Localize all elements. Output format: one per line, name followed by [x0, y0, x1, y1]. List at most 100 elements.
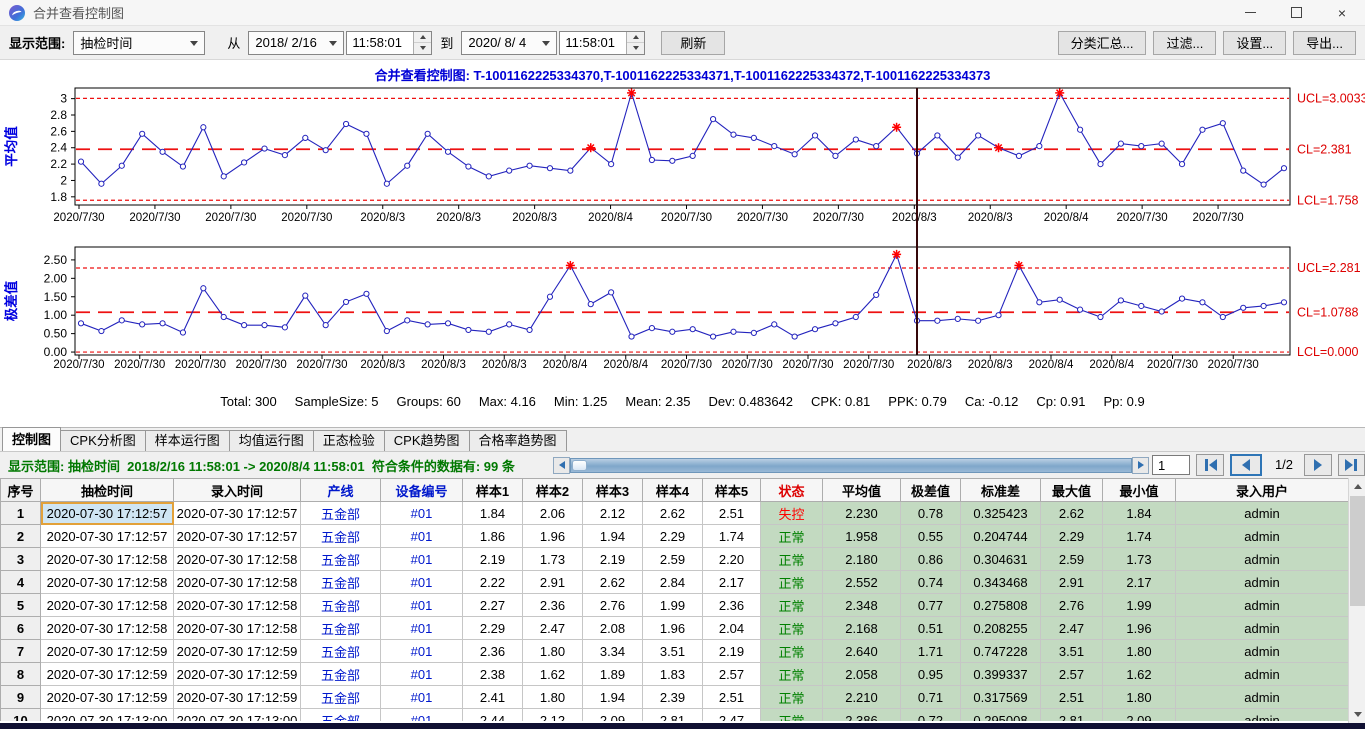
table-cell[interactable]: admin — [1176, 617, 1349, 640]
filter-button[interactable]: 过滤... — [1153, 31, 1216, 55]
table-cell[interactable]: #01 — [381, 502, 463, 525]
table-cell[interactable]: 2.59 — [1041, 548, 1103, 571]
table-cell[interactable]: 1.99 — [1103, 594, 1176, 617]
table-cell[interactable]: 2.44 — [463, 709, 523, 722]
table-cell[interactable]: 2020-07-30 17:13:00 — [41, 709, 174, 722]
table-cell[interactable]: 0.343468 — [961, 571, 1041, 594]
table-cell[interactable]: 1.80 — [1103, 640, 1176, 663]
table-cell[interactable]: 2020-07-30 17:12:59 — [174, 686, 301, 709]
row-number-cell[interactable]: 6 — [1, 617, 41, 640]
table-cell[interactable]: #01 — [381, 571, 463, 594]
first-page-button[interactable] — [1196, 454, 1224, 476]
tab-cpk-trend[interactable]: CPK趋势图 — [384, 430, 470, 451]
table-cell[interactable]: 2.51 — [703, 686, 761, 709]
row-number-cell[interactable]: 1 — [1, 502, 41, 525]
table-cell[interactable]: 1.96 — [643, 617, 703, 640]
table-cell[interactable]: 2.386 — [823, 709, 901, 722]
tab-control-chart[interactable]: 控制图 — [2, 427, 61, 451]
table-cell[interactable]: 2.210 — [823, 686, 901, 709]
table-cell[interactable]: #01 — [381, 548, 463, 571]
table-cell[interactable]: 1.71 — [901, 640, 961, 663]
table-cell[interactable]: 2.51 — [1041, 686, 1103, 709]
table-cell[interactable]: 2020-07-30 17:12:58 — [41, 548, 174, 571]
table-cell[interactable]: #01 — [381, 594, 463, 617]
table-cell[interactable]: 2020-07-30 17:12:59 — [174, 640, 301, 663]
table-cell[interactable]: #01 — [381, 525, 463, 548]
table-cell[interactable]: 1.80 — [1103, 686, 1176, 709]
table-cell[interactable]: 2.17 — [703, 571, 761, 594]
table-cell[interactable]: 1.74 — [703, 525, 761, 548]
column-header-14[interactable]: 最大值 — [1041, 479, 1103, 502]
table-cell[interactable]: 2.348 — [823, 594, 901, 617]
table-cell[interactable]: 2.62 — [1041, 502, 1103, 525]
table-cell[interactable]: 2020-07-30 17:12:58 — [174, 617, 301, 640]
tab-cpk-analysis[interactable]: CPK分析图 — [60, 430, 146, 451]
column-header-3[interactable]: 产线 — [301, 479, 381, 502]
table-cell[interactable]: 2020-07-30 17:12:59 — [41, 663, 174, 686]
table-cell[interactable]: 2020-07-30 17:12:58 — [174, 548, 301, 571]
table-cell[interactable]: 2.41 — [463, 686, 523, 709]
table-cell[interactable]: 五金部 — [301, 594, 381, 617]
from-date-select[interactable]: 2018/ 2/16 — [248, 31, 344, 55]
table-cell[interactable]: admin — [1176, 525, 1349, 548]
table-cell[interactable]: 2.62 — [643, 502, 703, 525]
table-cell[interactable]: admin — [1176, 594, 1349, 617]
table-cell[interactable]: 2.09 — [1103, 709, 1176, 722]
column-header-5[interactable]: 样本1 — [463, 479, 523, 502]
table-cell[interactable]: 2.47 — [703, 709, 761, 722]
table-cell[interactable]: 2.27 — [463, 594, 523, 617]
row-number-cell[interactable]: 7 — [1, 640, 41, 663]
table-cell[interactable]: 1.83 — [643, 663, 703, 686]
mean-control-chart[interactable]: 32.82.62.42.221.8UCL=3.00335CL=2.381LCL=… — [0, 84, 1365, 234]
table-cell[interactable]: 0.78 — [901, 502, 961, 525]
scroll-up-button[interactable] — [1349, 478, 1365, 495]
table-cell[interactable]: 2020-07-30 17:12:59 — [174, 663, 301, 686]
table-cell[interactable]: 0.72 — [901, 709, 961, 722]
table-cell[interactable]: 2.81 — [1041, 709, 1103, 722]
row-number-cell[interactable]: 8 — [1, 663, 41, 686]
table-cell[interactable]: 2.180 — [823, 548, 901, 571]
table-cell[interactable]: 2.57 — [1041, 663, 1103, 686]
table-cell[interactable]: 1.84 — [463, 502, 523, 525]
table-cell[interactable]: 0.275808 — [961, 594, 1041, 617]
vertical-scrollbar[interactable] — [1348, 478, 1365, 723]
table-cell[interactable]: 2020-07-30 17:12:59 — [41, 640, 174, 663]
tab-pass-rate-trend[interactable]: 合格率趋势图 — [469, 430, 567, 451]
table-cell[interactable]: 1.86 — [463, 525, 523, 548]
table-cell[interactable]: 2020-07-30 17:12:58 — [41, 571, 174, 594]
table-cell[interactable]: 正常 — [761, 525, 823, 548]
table-cell[interactable]: 0.71 — [901, 686, 961, 709]
range-control-chart[interactable]: 2.502.001.501.000.500.00UCL=2.281CL=1.07… — [0, 238, 1365, 390]
table-cell[interactable]: 2.29 — [1041, 525, 1103, 548]
table-cell[interactable]: 2.76 — [583, 594, 643, 617]
table-cell[interactable]: 2.59 — [643, 548, 703, 571]
table-cell[interactable]: 正常 — [761, 709, 823, 722]
refresh-button[interactable]: 刷新 — [661, 31, 725, 55]
table-cell[interactable]: 2020-07-30 17:12:57 — [41, 525, 174, 548]
column-header-11[interactable]: 平均值 — [823, 479, 901, 502]
table-cell[interactable]: 1.958 — [823, 525, 901, 548]
row-number-cell[interactable]: 10 — [1, 709, 41, 722]
scrollbar-track[interactable] — [570, 458, 1132, 473]
prev-page-button[interactable] — [1230, 454, 1262, 476]
table-cell[interactable]: 五金部 — [301, 663, 381, 686]
table-cell[interactable]: 0.304631 — [961, 548, 1041, 571]
table-cell[interactable]: 正常 — [761, 686, 823, 709]
table-cell[interactable]: 正常 — [761, 548, 823, 571]
table-cell[interactable]: 2020-07-30 17:12:58 — [41, 594, 174, 617]
table-cell[interactable]: 1.73 — [1103, 548, 1176, 571]
row-number-cell[interactable]: 5 — [1, 594, 41, 617]
row-number-cell[interactable]: 4 — [1, 571, 41, 594]
table-cell[interactable]: 2.76 — [1041, 594, 1103, 617]
table-cell[interactable]: 2020-07-30 17:12:57 — [174, 525, 301, 548]
table-cell[interactable]: 2.22 — [463, 571, 523, 594]
time-spinner[interactable] — [626, 32, 644, 54]
table-cell[interactable]: 五金部 — [301, 525, 381, 548]
table-cell[interactable]: 2.058 — [823, 663, 901, 686]
table-cell[interactable]: 2.47 — [523, 617, 583, 640]
table-cell[interactable]: 2.91 — [1041, 571, 1103, 594]
table-cell[interactable]: 0.51 — [901, 617, 961, 640]
column-header-8[interactable]: 样本4 — [643, 479, 703, 502]
table-cell[interactable]: 1.99 — [643, 594, 703, 617]
table-cell[interactable]: 2.230 — [823, 502, 901, 525]
